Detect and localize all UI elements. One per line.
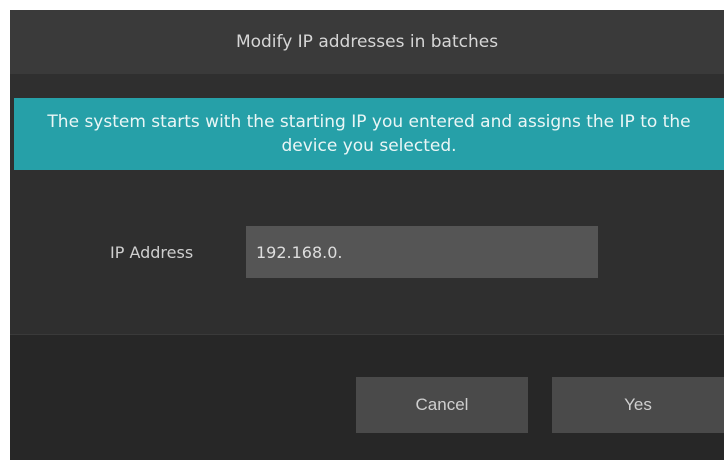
info-banner: The system starts with the starting IP y… <box>14 98 724 170</box>
batch-ip-dialog: Modify IP addresses in batches The syste… <box>0 10 724 460</box>
ip-address-label: IP Address <box>110 242 194 262</box>
ip-address-row: IP Address <box>10 226 724 278</box>
cancel-button[interactable]: Cancel <box>356 377 528 433</box>
dialog-title: Modify IP addresses in batches <box>235 32 499 52</box>
info-text: The system starts with the starting IP y… <box>47 112 691 156</box>
dialog-title-bar: Modify IP addresses in batches <box>10 10 724 74</box>
dialog-footer: Cancel Yes <box>10 334 724 460</box>
ip-address-input[interactable] <box>246 226 598 278</box>
yes-button[interactable]: Yes <box>552 377 724 433</box>
